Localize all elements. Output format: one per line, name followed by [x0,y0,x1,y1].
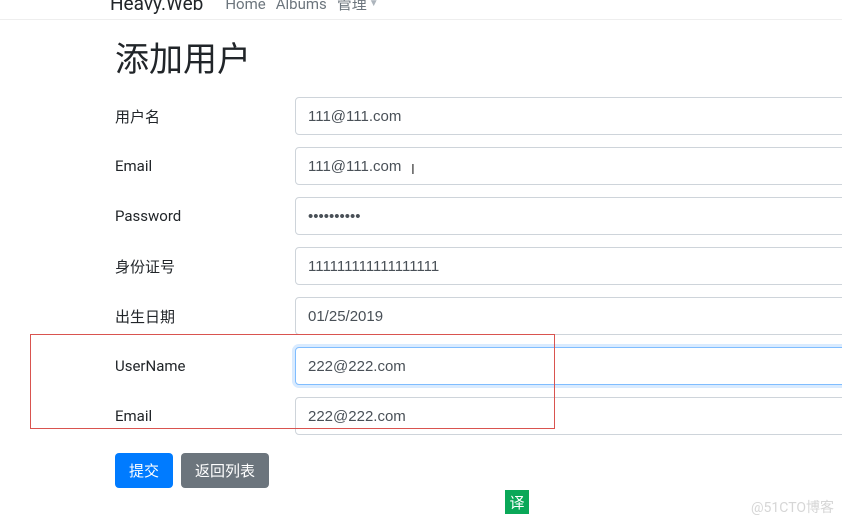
row-idcard: 身份证号 [115,241,842,291]
page-title: 添加用户 [115,32,842,81]
watermark: @51CTO博客 [751,497,834,517]
chevron-down-icon: ▼ [369,0,379,9]
row-email: Email [115,141,842,191]
navbar-brand[interactable]: Heavy.Web [110,0,203,15]
submit-button[interactable]: 提交 [115,453,173,488]
button-row: 提交 返回列表 [115,453,842,488]
input-email2[interactable] [295,397,842,435]
row-password: Password [115,191,842,241]
label-username2: UserName [115,357,295,375]
nav-admin-label: 管理 [337,0,367,14]
nav-home[interactable]: Home [225,0,265,13]
nav-admin-dropdown[interactable]: 管理 ▼ [337,0,379,14]
input-idcard[interactable] [295,247,842,285]
label-password: Password [115,207,295,225]
label-email: Email [115,157,295,175]
label-email2: Email [115,407,295,425]
input-username[interactable] [295,97,842,135]
row-email2: Email [115,391,842,441]
input-birthdate[interactable] [295,297,842,335]
row-username2: UserName [115,341,842,391]
input-username2[interactable] [295,347,842,385]
label-birthdate: 出生日期 [115,306,295,327]
nav-albums[interactable]: Albums [276,0,327,13]
row-username: 用户名 [115,91,842,141]
input-email[interactable] [295,147,842,185]
row-birthdate: 出生日期 [115,291,842,341]
label-username: 用户名 [115,106,295,127]
content: 添加用户 用户名 Email Password 身份证号 出生日期 UserNa… [0,20,842,488]
back-button[interactable]: 返回列表 [181,453,269,488]
navbar: Heavy.Web Home Albums 管理 ▼ [0,0,842,20]
input-password[interactable] [295,197,842,235]
label-idcard: 身份证号 [115,256,295,277]
translate-icon[interactable]: 译 [505,490,529,514]
